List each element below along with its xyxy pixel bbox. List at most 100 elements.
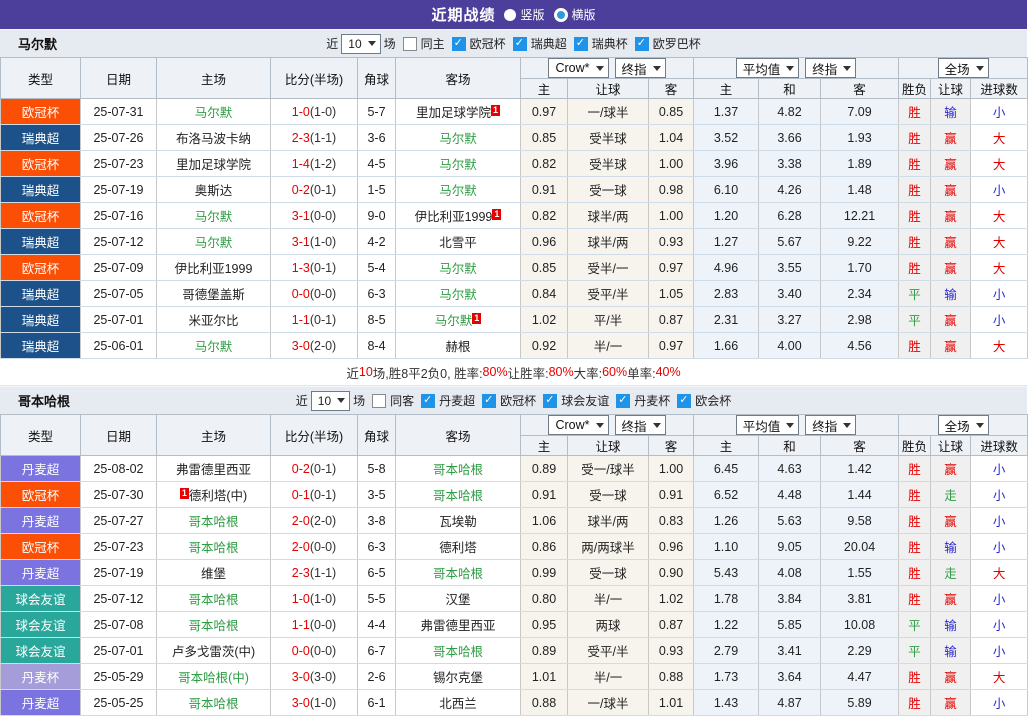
away-team-name[interactable]: 哥本哈根: [433, 489, 483, 503]
event-count-badge: 1: [492, 209, 501, 220]
league-filter-checkbox[interactable]: [482, 394, 496, 408]
match-date: 25-08-02: [81, 456, 157, 482]
home-team-name[interactable]: 马尔默: [195, 210, 233, 224]
header-select-0-1[interactable]: 终指: [615, 415, 666, 435]
corner-count: 2-6: [358, 664, 396, 690]
header-select-1-1[interactable]: 终指: [805, 415, 856, 435]
home-team-name[interactable]: 马尔默: [195, 340, 233, 354]
same-venue-checkbox[interactable]: [372, 394, 386, 408]
result-outcome: 胜: [899, 508, 931, 534]
match-row: 欧冠杯25-07-301德利塔(中)0-1(0-1)3-5哥本哈根0.91受一球…: [1, 482, 1028, 508]
away-team-name[interactable]: 马尔默: [435, 314, 473, 328]
away-team-name[interactable]: 赫根: [445, 340, 470, 354]
league-filter-label: 欧冠杯: [500, 392, 536, 409]
header-select-2-0[interactable]: 全场: [938, 58, 989, 78]
result-goals: 小: [971, 690, 1028, 716]
league-filter-checkbox[interactable]: [513, 37, 527, 51]
home-team-name[interactable]: 奥斯达: [195, 184, 233, 198]
column-header: 比分(半场): [271, 415, 358, 456]
league-filter-checkbox[interactable]: [421, 394, 435, 408]
header-select-0-0-value: Crow*: [555, 61, 589, 75]
home-team-name[interactable]: 哥本哈根: [188, 697, 238, 711]
away-team-name[interactable]: 弗雷德里西亚: [420, 619, 495, 633]
away-team-name[interactable]: 哥本哈根: [433, 567, 483, 581]
home-team-name[interactable]: 伊比利亚1999: [175, 262, 253, 276]
half-time-score: (1-0): [310, 592, 336, 606]
odds-handicap: 受一/球半: [568, 456, 649, 482]
home-team-name[interactable]: 马尔默: [195, 236, 233, 250]
matches-table: 类型日期主场比分(半场)角球客场Crow*终指平均值终指全场主让球客主和客胜负让…: [0, 57, 1028, 359]
header-select-1-0[interactable]: 平均值: [736, 58, 800, 78]
avg-draw: 9.05: [759, 534, 821, 560]
away-team-name[interactable]: 哥本哈根: [433, 645, 483, 659]
layout-vertical-option[interactable]: 竖版: [504, 6, 544, 23]
result-outcome: 胜: [899, 586, 931, 612]
away-team-name[interactable]: 北雪平: [439, 236, 477, 250]
match-count-select[interactable]: 10: [311, 391, 350, 411]
sub-column-header: 让球: [931, 79, 971, 99]
full-time-score: 3-1: [292, 209, 310, 223]
home-team-name[interactable]: 卢多戈雷茨(中): [172, 645, 255, 659]
home-team-name[interactable]: 德利塔(中): [189, 489, 247, 503]
odds-home: 1.01: [521, 664, 568, 690]
league-filter-checkbox[interactable]: [574, 37, 588, 51]
full-time-score: 3-0: [292, 670, 310, 684]
away-team-name[interactable]: 里加足球学院: [416, 106, 491, 120]
home-team-name[interactable]: 哥本哈根: [188, 515, 238, 529]
avg-draw: 4.48: [759, 482, 821, 508]
home-team-name[interactable]: 弗雷德里西亚: [176, 463, 251, 477]
away-team-name[interactable]: 瓦埃勒: [439, 515, 477, 529]
away-team-name[interactable]: 哥本哈根: [433, 463, 483, 477]
odds-away: 0.85: [649, 99, 694, 125]
avg-draw: 3.64: [759, 664, 821, 690]
sub-column-header: 主: [694, 436, 759, 456]
table-header-row-1: 类型日期主场比分(半场)角球客场Crow*终指平均值终指全场: [1, 415, 1028, 436]
header-select-0-1[interactable]: 终指: [615, 58, 666, 78]
same-venue-checkbox[interactable]: [403, 37, 417, 51]
away-team-name[interactable]: 马尔默: [439, 262, 477, 276]
away-team-name[interactable]: 马尔默: [439, 184, 477, 198]
away-team-name[interactable]: 德利塔: [439, 541, 477, 555]
header-select-0-0[interactable]: Crow*: [548, 415, 608, 435]
home-team-name[interactable]: 米亚尔比: [188, 314, 238, 328]
home-team-name[interactable]: 哥德堡盖斯: [182, 288, 245, 302]
odds-handicap: 受一球: [568, 560, 649, 586]
home-team-name[interactable]: 哥本哈根: [188, 593, 238, 607]
result-handicap: 赢: [931, 151, 971, 177]
home-team-name[interactable]: 哥本哈根: [188, 541, 238, 555]
away-team-name[interactable]: 伊比利亚1999: [415, 210, 493, 224]
sub-column-header: 进球数: [971, 436, 1028, 456]
league-filter-checkbox[interactable]: [616, 394, 630, 408]
odds-away: 1.00: [649, 456, 694, 482]
away-team-name[interactable]: 汉堡: [445, 593, 470, 607]
header-select-0-0[interactable]: Crow*: [548, 58, 608, 78]
header-select-2-0[interactable]: 全场: [938, 415, 989, 435]
away-team-name[interactable]: 马尔默: [439, 132, 477, 146]
home-team-name[interactable]: 里加足球学院: [176, 158, 251, 172]
header-select-1-1[interactable]: 终指: [805, 58, 856, 78]
away-team-name[interactable]: 马尔默: [439, 288, 477, 302]
league-filter-checkbox[interactable]: [635, 37, 649, 51]
away-team-name[interactable]: 马尔默: [439, 158, 477, 172]
home-team-name[interactable]: 哥本哈根(中): [178, 671, 249, 685]
league-filter-checkbox[interactable]: [452, 37, 466, 51]
home-team-name[interactable]: 维堡: [201, 567, 226, 581]
away-team-name[interactable]: 北西兰: [439, 697, 477, 711]
half-time-score: (0-0): [310, 287, 336, 301]
corner-count: 4-4: [358, 612, 396, 638]
league-badge: 欧冠杯: [1, 203, 81, 229]
full-time-score: 0-1: [292, 488, 310, 502]
league-filter-checkbox[interactable]: [677, 394, 691, 408]
league-filter-checkbox[interactable]: [543, 394, 557, 408]
header-select-1-0[interactable]: 平均值: [736, 415, 800, 435]
away-team-name[interactable]: 锡尔克堡: [433, 671, 483, 685]
odds-away: 0.88: [649, 664, 694, 690]
match-count-select[interactable]: 10: [341, 34, 380, 54]
home-team-name[interactable]: 哥本哈根: [188, 619, 238, 633]
column-header: 类型: [1, 415, 81, 456]
full-time-score: 2-3: [292, 131, 310, 145]
home-team-name[interactable]: 布洛马波卡纳: [176, 132, 251, 146]
result-goals: 小: [971, 307, 1028, 333]
layout-horizontal-option[interactable]: 横版: [554, 6, 596, 23]
home-team-name[interactable]: 马尔默: [195, 106, 233, 120]
